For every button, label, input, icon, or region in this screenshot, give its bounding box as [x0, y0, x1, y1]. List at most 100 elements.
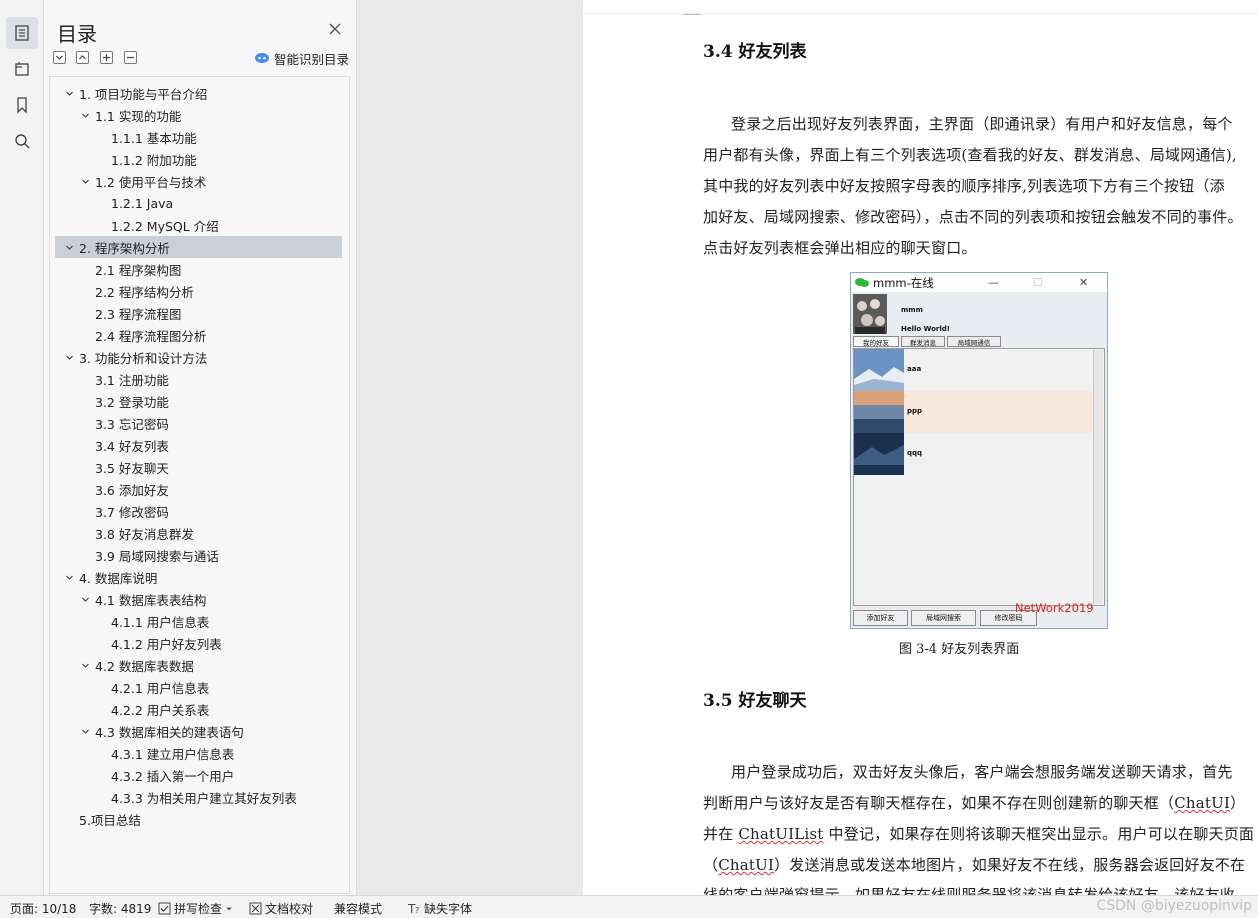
toc-item-label: 1.2.2 MySQL 介绍 — [111, 218, 219, 234]
code-term: ChatUI — [1174, 794, 1231, 812]
missing-font-button[interactable]: T? 缺失字体 — [408, 900, 472, 917]
document-page: 3.4 好友列表 登录之后出现好友列表界面，主界面（即通讯录）有用户和好友信息，… — [583, 0, 1258, 895]
toc-item[interactable]: 4.3 数据库相关的建表语句 — [55, 720, 342, 742]
paragraph-line: 用户登录成功后，双击好友头像后，客户端会想服务端发送聊天请求，首先 — [731, 763, 1233, 781]
toc-item-label: 3.1 注册功能 — [95, 372, 169, 388]
toc-item-label: 4.1.1 用户信息表 — [111, 614, 210, 630]
toc-item[interactable]: 3.5 好友聊天 — [55, 456, 342, 478]
toc-item[interactable]: 3.2 登录功能 — [55, 390, 342, 412]
word-count[interactable]: 字数: 4819 — [89, 900, 151, 917]
toc-item[interactable]: 4.1.2 用户好友列表 — [55, 632, 342, 654]
chevron-down-icon[interactable] — [63, 241, 75, 253]
svg-text:?: ? — [415, 906, 419, 915]
toc-item[interactable]: 4.2.2 用户关系表 — [55, 698, 342, 720]
status-bar: 页面: 10/18 字数: 4819 拼写检查 文档校对 兼容模式 T? 缺失字… — [0, 895, 1258, 918]
figure-button: 添加好友 — [853, 610, 908, 626]
chevron-down-icon[interactable] — [79, 175, 91, 187]
toc-item[interactable]: 3.8 好友消息群发 — [55, 522, 342, 544]
compat-mode[interactable]: 兼容模式 — [334, 900, 382, 917]
close-icon[interactable] — [328, 22, 342, 36]
close-icon: ✕ — [1079, 276, 1089, 289]
toc-item[interactable]: 1.1.2 附加功能 — [55, 148, 342, 170]
figure-scrollbar — [1093, 350, 1103, 604]
chevron-down-icon[interactable] — [79, 109, 91, 121]
figure-tab: 群发消息 — [901, 336, 945, 347]
page-count[interactable]: 页面: 10/18 — [10, 900, 76, 917]
toc-item[interactable]: 4.2.1 用户信息表 — [55, 676, 342, 698]
toc-item[interactable]: 1.2 使用平台与技术 — [55, 170, 342, 192]
spell-check-label: 拼写检查 — [174, 902, 223, 916]
chevron-down-icon[interactable] — [79, 593, 91, 605]
toc-item[interactable]: 3.7 修改密码 — [55, 500, 342, 522]
doc-proof-button[interactable]: 文档校对 — [249, 900, 313, 917]
toc-item[interactable]: 2.4 程序流程图分析 — [55, 324, 342, 346]
csdn-watermark: CSDN @biyezuopinvip — [1096, 898, 1252, 914]
paragraph-line: 登录之后出现好友列表界面，主界面（即通讯录）有用户和好友信息，每个 — [731, 115, 1233, 133]
toc-item[interactable]: 3.3 忘记密码 — [55, 412, 342, 434]
toc-item[interactable]: 5.项目总结 — [55, 808, 342, 830]
toc-item-label: 4.3.1 建立用户信息表 — [111, 746, 235, 762]
toc-item-label: 3.5 好友聊天 — [95, 460, 169, 476]
toc-item[interactable]: 1.2.2 MySQL 介绍 — [55, 214, 342, 236]
chevron-down-icon[interactable] — [63, 571, 75, 583]
toc-item[interactable]: 3.6 添加好友 — [55, 478, 342, 500]
toc-item[interactable]: 4.3.1 建立用户信息表 — [55, 742, 342, 764]
user-avatar — [853, 294, 887, 334]
bookmark-icon[interactable] — [6, 89, 38, 121]
friend-avatar — [854, 433, 904, 475]
paragraph-line: 其中我的好友列表中好友按照字母表的顺序排序,列表选项下方有三个按钮（添 — [703, 177, 1225, 195]
collapse-all-icon[interactable] — [53, 51, 66, 64]
toc-item[interactable]: 2.1 程序架构图 — [55, 258, 342, 280]
chevron-down-icon[interactable] — [79, 659, 91, 671]
smart-toc-icon — [255, 53, 269, 63]
paragraph-line: 用户都有头像，界面上有三个列表选项(查看我的好友、群发消息、局域网通信), — [703, 146, 1237, 164]
toc-item-label: 4.1 数据库表表结构 — [95, 592, 207, 608]
toc-item[interactable]: 4.3.2 插入第一个用户 — [55, 764, 342, 786]
toc-item-label: 1.2.1 Java — [111, 195, 174, 211]
toc-item[interactable]: 4.3.3 为相关用户建立其好友列表 — [55, 786, 342, 808]
toc-item-label: 2.3 程序流程图 — [95, 306, 182, 322]
remove-heading-icon[interactable] — [124, 51, 137, 64]
dropdown-icon — [226, 906, 232, 911]
toc-item-label: 3.3 忘记密码 — [95, 416, 169, 432]
figure-friend-list: aaa ppp qqq — [853, 348, 1105, 606]
smart-toc-button[interactable]: 智能识别目录 — [254, 49, 349, 67]
toc-item[interactable]: 3. 功能分析和设计方法 — [55, 346, 342, 368]
chevron-down-icon[interactable] — [63, 87, 75, 99]
maximize-icon: ☐ — [1033, 276, 1043, 289]
wechat-logo-icon — [855, 278, 869, 287]
toc-item[interactable]: 4.2 数据库表数据 — [55, 654, 342, 676]
add-heading-icon[interactable] — [100, 51, 113, 64]
toc-item[interactable]: 3.9 局域网搜索与通话 — [55, 544, 342, 566]
chevron-down-icon[interactable] — [79, 725, 91, 737]
friend-avatar — [854, 349, 904, 391]
search-icon[interactable] — [6, 125, 38, 157]
spell-check-button[interactable]: 拼写检查 — [158, 900, 233, 917]
toc-item-label: 2.4 程序流程图分析 — [95, 328, 207, 344]
toc-item-label: 3.4 好友列表 — [95, 438, 169, 454]
toc-item-label: 3.7 修改密码 — [95, 504, 169, 520]
doc-proof-label: 文档校对 — [265, 902, 314, 916]
toc-item[interactable]: 1.1.1 基本功能 — [55, 126, 342, 148]
toc-item-label: 2. 程序架构分析 — [79, 240, 170, 256]
toc-item[interactable]: 1.2.1 Java — [55, 192, 342, 214]
toc-item[interactable]: 3.4 好友列表 — [55, 434, 342, 456]
toc-view-icon[interactable] — [6, 17, 38, 49]
toc-item[interactable]: 3.1 注册功能 — [55, 368, 342, 390]
chevron-down-icon[interactable] — [63, 351, 75, 363]
toc-item[interactable]: 2. 程序架构分析 — [55, 236, 342, 258]
paragraph-line: （ChatUI）发送消息或发送本地图片，如果好友不在线，服务器会返回好友不在 — [703, 854, 1245, 875]
toc-item[interactable]: 1.1 实现的功能 — [55, 104, 342, 126]
friend-name: aaa — [907, 365, 922, 373]
expand-up-icon[interactable] — [76, 51, 89, 64]
toc-item-label: 1.2 使用平台与技术 — [95, 174, 207, 190]
outline-view-icon[interactable] — [6, 53, 38, 85]
toc-item[interactable]: 4.1 数据库表表结构 — [55, 588, 342, 610]
toc-item[interactable]: 1. 项目功能与平台介绍 — [55, 82, 342, 104]
toc-item[interactable]: 2.2 程序结构分析 — [55, 280, 342, 302]
toc-item-label: 3.6 添加好友 — [95, 482, 169, 498]
toc-item[interactable]: 2.3 程序流程图 — [55, 302, 342, 324]
toc-item[interactable]: 4.1.1 用户信息表 — [55, 610, 342, 632]
text-run: 判断用户与该好友是否有聊天框存在，如果不存在则创建新的聊天框（ — [703, 794, 1175, 812]
toc-item[interactable]: 4. 数据库说明 — [55, 566, 342, 588]
